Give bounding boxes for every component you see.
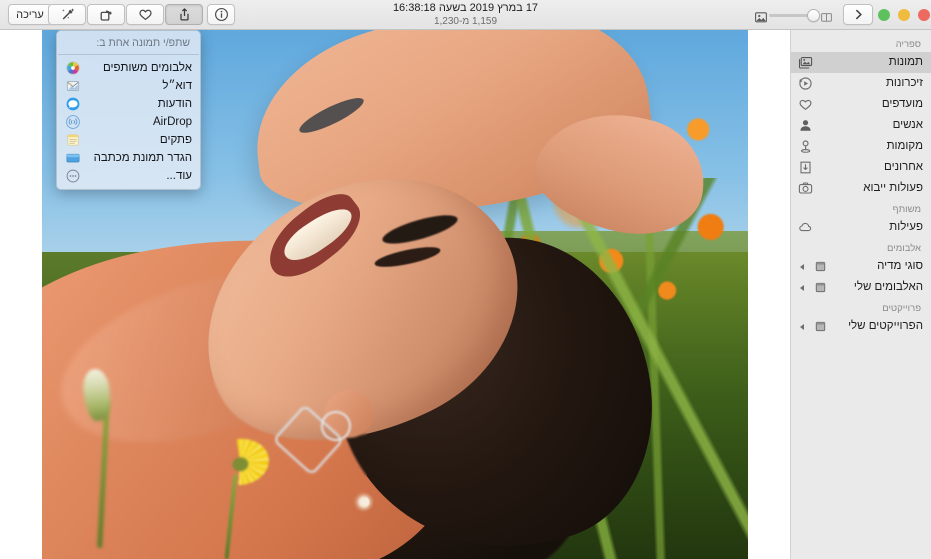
sidebar-item-label: אחרונים — [884, 161, 923, 173]
notes-icon — [65, 133, 80, 148]
share-menu-header: שתפ/י תמונה אחת ב: — [96, 37, 190, 49]
sidebar-item-photos[interactable]: תמונות — [791, 52, 931, 73]
share-item-label: הודעות — [157, 98, 192, 110]
sidebar-item-label: אנשים — [892, 119, 923, 131]
share-item-desktop-picture[interactable]: הגדר תמונת מכתבה — [57, 149, 200, 167]
heart-icon — [797, 97, 813, 113]
memories-icon — [797, 76, 813, 92]
chevron-left-icon[interactable] — [797, 283, 806, 292]
rotate-icon — [99, 7, 114, 22]
album-icon — [812, 319, 828, 335]
sidebar-item-memories[interactable]: זיכרונות — [791, 73, 931, 94]
share-item-airdrop[interactable]: AirDrop — [57, 113, 200, 131]
edit-button[interactable]: עריכה — [8, 4, 52, 25]
share-item-shared-albums[interactable]: אלבומים משותפים — [57, 59, 200, 77]
minimize-window-button[interactable] — [898, 9, 910, 21]
sidebar-item-label: האלבומים שלי — [853, 281, 923, 293]
shared-albums-icon — [65, 61, 80, 76]
sidebar-item-activity[interactable]: פעילות — [791, 217, 931, 238]
more-ellipsis-icon — [65, 169, 80, 184]
window-controls — [878, 9, 930, 21]
share-item-label: הגדר תמונת מכתבה — [93, 152, 192, 164]
cloud-icon — [797, 220, 813, 236]
close-window-button[interactable] — [918, 9, 930, 21]
content-area: שתפ/י תמונה אחת ב: אלבומים משותפים דוא״ל… — [0, 30, 931, 559]
import-icon — [797, 181, 813, 197]
sidebar-item-my-albums[interactable]: האלבומים שלי — [791, 277, 931, 298]
photo-small-icon — [755, 10, 767, 28]
sidebar-item-people[interactable]: אנשים — [791, 115, 931, 136]
sidebar-group-title-albums: אלבומים — [886, 243, 921, 254]
sidebar-item-favorites[interactable]: מועדפים — [791, 94, 931, 115]
share-item-messages[interactable]: הודעות — [57, 95, 200, 113]
info-button[interactable] — [207, 4, 235, 25]
sidebar-group-title-projects: פרוייקטים — [882, 303, 921, 314]
sidebar-group-title-shared: משותף — [892, 204, 921, 215]
zoom-slider[interactable] — [755, 8, 832, 23]
share-item-label: עוד... — [166, 170, 192, 182]
sidebar-item-label: פעולות ייבוא — [863, 182, 923, 194]
share-button[interactable] — [165, 4, 203, 25]
share-item-label: דוא״ל — [162, 80, 192, 92]
sidebar-item-label: מועדפים — [881, 98, 923, 110]
favorite-button[interactable] — [126, 4, 164, 25]
sidebar-item-places[interactable]: מקומות — [791, 136, 931, 157]
info-icon — [214, 7, 229, 22]
share-item-label: פתקים — [159, 134, 192, 146]
share-icon — [177, 7, 192, 22]
sidebar-group-title-library: ספריה — [895, 39, 921, 50]
chevron-left-icon[interactable] — [797, 262, 806, 271]
sidebar-toggle-button[interactable] — [843, 4, 873, 25]
photo-large-icon — [821, 10, 832, 28]
chevron-left-icon[interactable] — [797, 322, 806, 331]
zoom-slider-thumb[interactable] — [807, 9, 820, 22]
share-item-label: אלבומים משותפים — [102, 62, 192, 74]
photo-viewer[interactable]: שתפ/י תמונה אחת ב: אלבומים משותפים דוא״ל… — [42, 30, 748, 559]
sidebar-item-recents[interactable]: אחרונים — [791, 157, 931, 178]
album-icon — [812, 280, 828, 296]
zoom-window-button[interactable] — [878, 9, 890, 21]
sidebar-item-label: סוגי מדיה — [877, 260, 923, 272]
airdrop-icon — [65, 115, 80, 130]
sidebar-item-my-projects[interactable]: הפרוייקטים שלי — [791, 316, 931, 337]
sidebar-item-label: תמונות — [888, 56, 923, 68]
photos-icon — [797, 55, 813, 71]
share-item-mail[interactable]: דוא״ל — [57, 77, 200, 95]
album-icon — [812, 259, 828, 275]
sidebar-item-imports[interactable]: פעולות ייבוא — [791, 178, 931, 199]
photo-dandelion — [352, 493, 375, 512]
sidebar: ספריה תמונות זיכרונות מועדפים אנשים מקומ… — [790, 30, 931, 559]
sidebar-item-label: הפרוייקטים שלי — [848, 320, 923, 332]
share-menu-list: אלבומים משותפים דוא״ל הודעות AirDrop פתק… — [57, 55, 200, 189]
sidebar-item-label: מקומות — [886, 140, 923, 152]
messages-icon — [65, 97, 80, 112]
pin-icon — [797, 139, 813, 155]
enhance-button[interactable] — [48, 4, 86, 25]
mail-icon — [65, 79, 80, 94]
sidebar-item-label: זיכרונות — [885, 77, 923, 89]
heart-icon — [138, 7, 153, 22]
edit-button-label: עריכה — [16, 8, 44, 21]
sidebar-item-media-types[interactable]: סוגי מדיה — [791, 256, 931, 277]
desktop-picture-icon — [65, 151, 80, 166]
toolbar: עריכה 17 במרץ 2019 בשעה 16:38:18 1,159 מ… — [0, 0, 931, 30]
photos-app-window: עריכה 17 במרץ 2019 בשעה 16:38:18 1,159 מ… — [0, 0, 931, 559]
recents-icon — [797, 160, 813, 176]
share-item-label: AirDrop — [153, 116, 192, 128]
share-menu[interactable]: שתפ/י תמונה אחת ב: אלבומים משותפים דוא״ל… — [56, 30, 201, 190]
magic-wand-icon — [60, 7, 75, 22]
share-item-more[interactable]: עוד... — [57, 167, 200, 185]
rotate-button[interactable] — [87, 4, 125, 25]
chevron-right-icon — [852, 8, 865, 21]
person-icon — [797, 118, 813, 134]
sidebar-item-label: פעילות — [889, 221, 923, 233]
share-item-notes[interactable]: פתקים — [57, 131, 200, 149]
